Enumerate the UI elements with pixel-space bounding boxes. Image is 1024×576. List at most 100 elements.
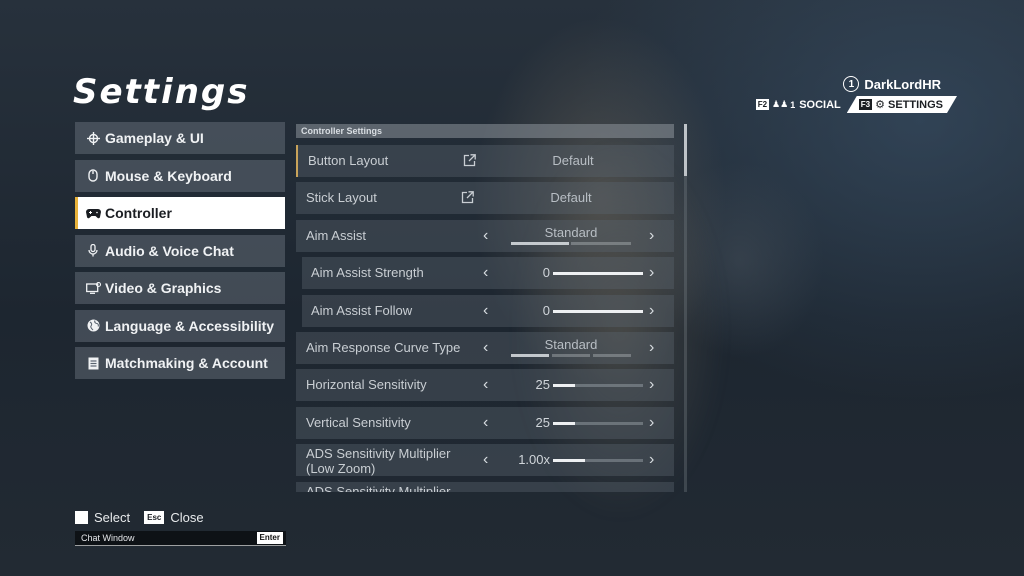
slider-fill <box>553 309 643 313</box>
microphone-icon <box>84 244 102 258</box>
setting-label: ADS Sensitivity Multiplier (Low Zoom) <box>306 446 451 476</box>
setting-value: 1.00x <box>518 452 550 468</box>
option-level-indicator <box>552 353 590 357</box>
setting-label: Aim Response Curve Type <box>306 339 461 355</box>
chevron-left-icon[interactable]: ‹ <box>483 407 488 439</box>
setting-aim-assist-follow[interactable]: Aim Assist Follow ‹ 0 › <box>302 294 674 327</box>
setting-value: Standard <box>544 336 598 352</box>
setting-value: Default <box>552 153 594 168</box>
settings-label: SETTINGS <box>887 98 943 111</box>
sidebar-item-label: Video & Graphics <box>105 280 222 296</box>
chevron-right-icon[interactable]: › <box>649 220 654 252</box>
sidebar-item-label: Gameplay & UI <box>105 130 204 146</box>
slider-track[interactable] <box>553 459 643 463</box>
setting-horizontal-sensitivity[interactable]: Horizontal Sensitivity ‹ 25 › <box>296 369 674 402</box>
setting-aim-response-curve[interactable]: Aim Response Curve Type ‹ Standard › <box>296 331 674 364</box>
social-tab[interactable]: F2 ♟♟ 1 SOCIAL <box>755 98 841 111</box>
panel-scrollbar[interactable] <box>684 124 687 492</box>
slider-track[interactable] <box>553 421 643 425</box>
sidebar-item-gameplay-ui[interactable]: Gameplay & UI <box>75 122 285 154</box>
setting-label: Aim Assist Strength <box>311 265 424 281</box>
setting-label: Vertical Sensitivity <box>306 414 411 430</box>
sidebar-item-mouse-keyboard[interactable]: Mouse & Keyboard <box>75 159 285 192</box>
social-label: SOCIAL <box>799 98 841 111</box>
mouse-icon <box>84 169 102 183</box>
sidebar-item-video-graphics[interactable]: Video & Graphics <box>75 272 285 304</box>
sidebar-item-matchmaking-account[interactable]: Matchmaking & Account <box>75 347 285 379</box>
globe-icon <box>84 319 102 333</box>
sidebar-item-label: Audio & Voice Chat <box>105 242 234 259</box>
slider-track[interactable] <box>553 384 643 388</box>
select-hint: Select <box>94 510 131 525</box>
setting-label-line: ADS Sensitivity Multiplier <box>306 446 451 462</box>
top-nav: F2 ♟♟ 1 SOCIAL F3 ⚙ SETTINGS <box>755 96 957 113</box>
chevron-left-icon[interactable]: ‹ <box>483 369 488 401</box>
option-level-indicator <box>571 241 631 245</box>
scrollbar-thumb[interactable] <box>684 124 687 176</box>
crosshair-icon <box>84 131 102 145</box>
external-link-icon <box>461 191 474 204</box>
slider-fill <box>553 421 575 425</box>
external-link-icon <box>463 154 476 167</box>
setting-label: Horizontal Sensitivity <box>306 377 427 393</box>
enter-key: Enter <box>256 532 283 544</box>
chevron-right-icon[interactable]: › <box>649 407 654 439</box>
document-icon <box>84 356 102 370</box>
chevron-right-icon[interactable]: › <box>649 444 654 476</box>
social-hotkey: F2 <box>755 99 770 110</box>
setting-button-layout[interactable]: Button Layout Default <box>296 145 674 177</box>
rank-badge: 1 <box>843 76 860 92</box>
sidebar-item-label: Matchmaking & Account <box>105 355 268 371</box>
controller-settings-panel: Controller Settings Button Layout Defaul… <box>296 124 674 492</box>
slider-fill <box>553 459 586 463</box>
chat-window-input[interactable]: Chat Window Enter <box>75 531 286 546</box>
slider-track[interactable] <box>553 309 643 313</box>
setting-vertical-sensitivity[interactable]: Vertical Sensitivity ‹ 25 › <box>296 406 674 439</box>
setting-label: Stick Layout <box>306 190 377 206</box>
chevron-right-icon[interactable]: › <box>649 369 654 401</box>
setting-value: 0 <box>542 302 550 318</box>
option-level-indicator <box>511 353 549 357</box>
username: DarkLordHR <box>864 76 941 92</box>
settings-sidebar: Gameplay & UI Mouse & Keyboard Controlle… <box>75 122 285 385</box>
sidebar-item-label: Mouse & Keyboard <box>105 167 232 184</box>
setting-label: Aim Assist <box>306 227 366 243</box>
chevron-left-icon[interactable]: ‹ <box>483 257 488 289</box>
chevron-right-icon[interactable]: › <box>649 257 654 289</box>
setting-ads-low-zoom[interactable]: ADS Sensitivity Multiplier (Low Zoom) ‹ … <box>296 444 674 477</box>
setting-label: ADS Sensitivity Multiplier <box>306 483 451 492</box>
chat-placeholder: Chat Window <box>81 533 135 543</box>
option-level-indicator <box>593 353 631 357</box>
settings-tab[interactable]: F3 ⚙ SETTINGS <box>847 96 957 113</box>
setting-stick-layout[interactable]: Stick Layout Default <box>296 182 674 215</box>
setting-label: Button Layout <box>308 153 389 168</box>
sidebar-item-controller[interactable]: Controller <box>75 197 285 229</box>
setting-value: Standard <box>544 224 598 240</box>
chevron-left-icon[interactable]: ‹ <box>483 220 488 252</box>
social-count: 1 <box>790 99 796 110</box>
setting-aim-assist-strength[interactable]: Aim Assist Strength ‹ 0 › <box>302 257 674 290</box>
slider-track[interactable] <box>553 272 643 276</box>
monitor-icon <box>84 281 102 295</box>
page-title: Settings <box>73 72 250 112</box>
sidebar-item-label: Controller <box>105 205 172 221</box>
setting-value: 25 <box>535 377 550 393</box>
chevron-right-icon[interactable]: › <box>649 332 654 364</box>
close-hint[interactable]: Close <box>170 510 203 525</box>
gamepad-icon <box>84 206 102 220</box>
chevron-left-icon[interactable]: ‹ <box>483 444 488 476</box>
sidebar-item-audio-voice-chat[interactable]: Audio & Voice Chat <box>75 234 285 267</box>
setting-aim-assist[interactable]: Aim Assist ‹ Standard › <box>296 219 674 252</box>
setting-value: 0 <box>542 265 550 281</box>
chevron-left-icon[interactable]: ‹ <box>483 332 488 364</box>
setting-value: Default <box>550 190 592 206</box>
sidebar-item-language-accessibility[interactable]: Language & Accessibility <box>75 309 285 342</box>
settings-hotkey: F3 <box>860 100 871 109</box>
user-profile[interactable]: 1 DarkLordHR <box>843 76 941 92</box>
setting-ads-next[interactable]: ADS Sensitivity Multiplier <box>296 481 674 492</box>
sidebar-item-label: Language & Accessibility <box>105 317 275 334</box>
friends-icon: ♟♟ <box>772 99 789 109</box>
chevron-left-icon[interactable]: ‹ <box>483 295 488 327</box>
select-key-icon <box>75 511 88 524</box>
chevron-right-icon[interactable]: › <box>649 295 654 327</box>
